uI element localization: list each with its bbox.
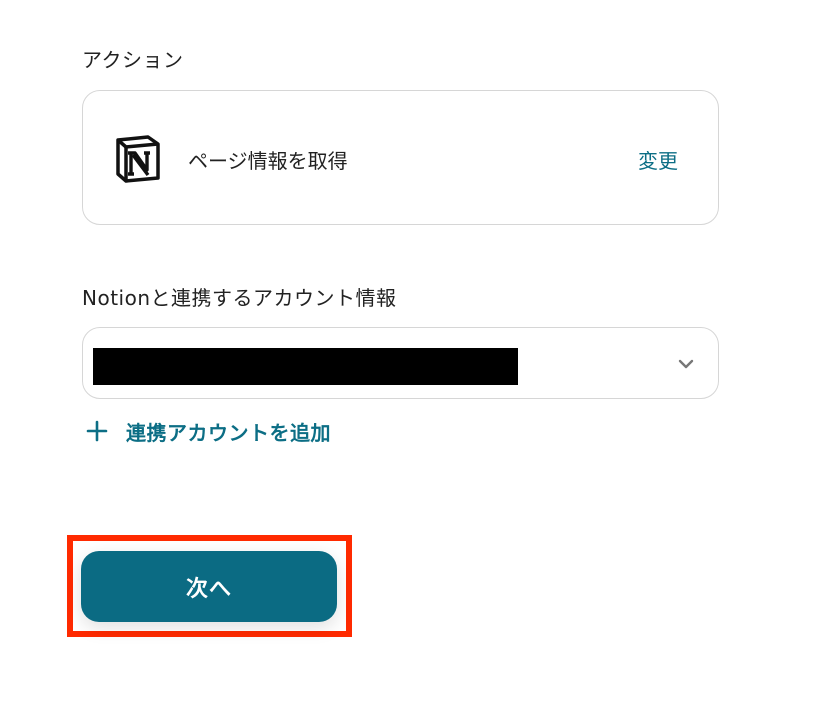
- plus-icon: [86, 420, 108, 442]
- add-account-link[interactable]: 連携アカウントを追加: [86, 416, 331, 446]
- action-card: ページ情報を取得 変更: [82, 90, 719, 225]
- change-action-link[interactable]: 変更: [638, 145, 678, 174]
- page: アクション ページ情報を取得 変更 Notionと連携するアカウント情報 連携ア…: [0, 0, 832, 712]
- account-select[interactable]: [82, 327, 719, 399]
- redacted-account-value: [93, 348, 518, 385]
- chevron-down-icon: [678, 359, 694, 369]
- notion-logo-icon: [116, 135, 160, 183]
- add-account-label: 連携アカウントを追加: [126, 420, 331, 445]
- action-title: ページ情報を取得: [188, 149, 348, 173]
- account-section-label: Notionと連携するアカウント情報: [82, 286, 397, 310]
- action-section-label: アクション: [82, 48, 184, 72]
- next-button[interactable]: 次へ: [81, 551, 337, 622]
